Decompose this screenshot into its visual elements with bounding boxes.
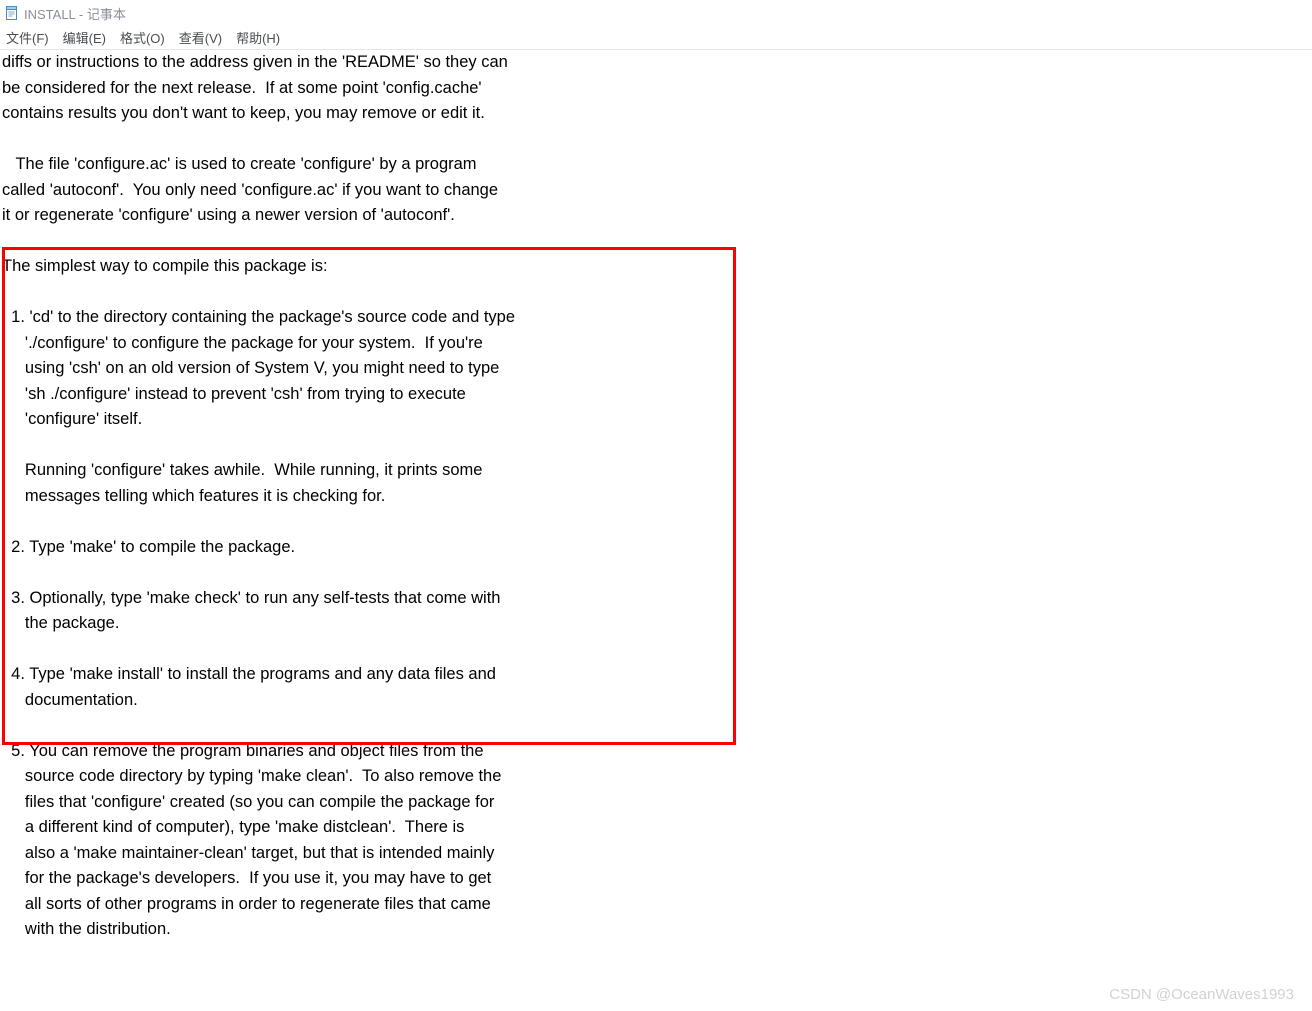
- menu-format[interactable]: 格式(O): [120, 28, 165, 47]
- text-line: 5. You can remove the program binaries a…: [2, 742, 484, 760]
- menu-view[interactable]: 查看(V): [179, 28, 222, 47]
- notepad-icon: [4, 5, 20, 21]
- text-line: using 'csh' on an old version of System …: [2, 359, 499, 377]
- text-line: with the distribution.: [2, 920, 171, 938]
- text-line: be considered for the next release. If a…: [2, 79, 482, 97]
- menubar: 文件(F) 编辑(E) 格式(O) 查看(V) 帮助(H): [0, 26, 1312, 50]
- window-titlebar: INSTALL - 记事本: [0, 0, 1312, 26]
- text-line: the package.: [2, 614, 119, 632]
- text-line: files that 'configure' created (so you c…: [2, 793, 494, 811]
- text-line: documentation.: [2, 691, 138, 709]
- text-line: all sorts of other programs in order to …: [2, 895, 491, 913]
- window-title: INSTALL - 记事本: [24, 4, 126, 23]
- text-line: source code directory by typing 'make cl…: [2, 767, 501, 785]
- text-line: 'configure' itself.: [2, 410, 142, 428]
- text-line: messages telling which features it is ch…: [2, 487, 385, 505]
- text-line: 'sh ./configure' instead to prevent 'csh…: [2, 385, 466, 403]
- editor-text[interactable]: diffs or instructions to the address giv…: [0, 50, 1312, 943]
- menu-edit[interactable]: 编辑(E): [63, 28, 106, 47]
- text-line: 4. Type 'make install' to install the pr…: [2, 665, 496, 683]
- text-line: The simplest way to compile this package…: [2, 257, 328, 275]
- text-line: Running 'configure' takes awhile. While …: [2, 461, 482, 479]
- text-line: The file 'configure.ac' is used to creat…: [2, 155, 477, 173]
- text-line: called 'autoconf'. You only need 'config…: [2, 181, 498, 199]
- text-line: './configure' to configure the package f…: [2, 334, 483, 352]
- text-line: diffs or instructions to the address giv…: [2, 53, 508, 71]
- text-line: contains results you don't want to keep,…: [2, 104, 485, 122]
- text-line: 1. 'cd' to the directory containing the …: [2, 308, 515, 326]
- editor-content[interactable]: diffs or instructions to the address giv…: [0, 50, 1312, 943]
- text-line: a different kind of computer), type 'mak…: [2, 818, 464, 836]
- menu-file[interactable]: 文件(F): [6, 28, 49, 47]
- watermark-text: CSDN @OceanWaves1993: [1109, 986, 1294, 1003]
- text-line: 3. Optionally, type 'make check' to run …: [2, 589, 500, 607]
- menu-help[interactable]: 帮助(H): [236, 28, 280, 47]
- text-line: it or regenerate 'configure' using a new…: [2, 206, 455, 224]
- text-line: also a 'make maintainer-clean' target, b…: [2, 844, 494, 862]
- text-line: 2. Type 'make' to compile the package.: [2, 538, 295, 556]
- text-line: for the package's developers. If you use…: [2, 869, 491, 887]
